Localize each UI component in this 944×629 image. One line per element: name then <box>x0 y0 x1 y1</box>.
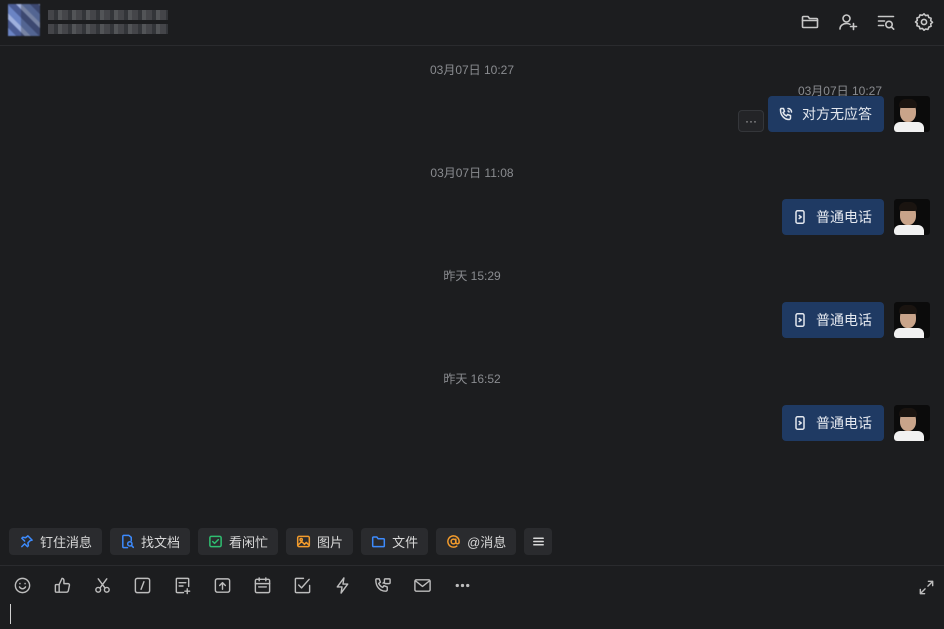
note-add-icon[interactable] <box>172 575 192 595</box>
phone-icon <box>795 313 805 327</box>
chip-files[interactable]: 文件 <box>361 528 429 555</box>
thumbs-up-icon[interactable] <box>52 575 72 595</box>
chip-pin-message[interactable]: 钉住消息 <box>9 528 103 555</box>
more-icon[interactable] <box>452 575 472 595</box>
phone-icon <box>795 416 805 430</box>
chip-label: 钉住消息 <box>40 535 93 550</box>
calendar-check-icon <box>209 535 222 548</box>
call-status-text: 普通电话 <box>816 209 872 225</box>
message-timestamp: 昨天 16:52 <box>443 372 501 386</box>
chip-menu[interactable] <box>524 528 553 555</box>
command-icon[interactable] <box>132 575 152 595</box>
message-more-button[interactable]: ··· <box>738 110 764 132</box>
sender-avatar[interactable] <box>894 405 930 441</box>
at-icon <box>447 535 460 548</box>
calendar-icon[interactable] <box>252 575 272 595</box>
task-check-icon[interactable] <box>292 575 312 595</box>
menu-icon <box>532 537 544 546</box>
composer-toolbar <box>12 575 472 595</box>
folder-icon <box>372 536 386 548</box>
search-history-icon[interactable] <box>874 10 898 34</box>
doc-search-icon <box>122 534 135 549</box>
scissors-icon[interactable] <box>92 575 112 595</box>
chat-header <box>0 0 944 46</box>
chat-title-redacted <box>48 6 168 38</box>
composer-divider <box>0 565 944 566</box>
chip-label: 图片 <box>317 535 344 550</box>
expand-icon[interactable] <box>916 577 936 597</box>
chip-label: 看闲忙 <box>229 535 269 550</box>
sender-avatar[interactable] <box>894 96 930 132</box>
call-status-text: 普通电话 <box>816 415 872 431</box>
message-row: 普通电话 <box>782 199 930 235</box>
message-timestamp: 03月07日 10:27 <box>429 63 515 77</box>
phone-icon <box>795 210 805 224</box>
chip-images[interactable]: 图片 <box>286 528 354 555</box>
mail-icon[interactable] <box>412 575 432 595</box>
chip-mentions[interactable]: @消息 <box>436 528 517 555</box>
header-actions <box>798 10 936 34</box>
folder-icon[interactable] <box>798 10 822 34</box>
call-bubble[interactable]: 普通电话 <box>782 405 884 441</box>
chat-avatar[interactable] <box>8 4 40 36</box>
call-bubble[interactable]: 普通电话 <box>782 199 884 235</box>
quick-actions: 钉住消息 找文档 看闲忙 图片 文件 @消息 <box>9 528 553 555</box>
message-input[interactable] <box>0 600 944 629</box>
emoji-icon[interactable] <box>12 575 32 595</box>
pin-icon <box>21 535 33 548</box>
chip-find-doc[interactable]: 找文档 <box>110 528 191 555</box>
image-icon <box>296 535 311 548</box>
message-timestamp: 昨天 15:29 <box>443 269 501 283</box>
upload-icon[interactable] <box>212 575 232 595</box>
phone-call-icon <box>779 107 793 121</box>
sender-avatar[interactable] <box>894 302 930 338</box>
call-status-text: 对方无应答 <box>802 106 872 122</box>
message-timestamp: 03月07日 11:08 <box>430 166 514 180</box>
phone-call-icon[interactable] <box>372 575 392 595</box>
call-status-text: 普通电话 <box>816 312 872 328</box>
call-bubble[interactable]: 普通电话 <box>782 302 884 338</box>
message-row: ··· 对方无应答 <box>738 96 930 132</box>
chip-label: 文件 <box>392 535 419 550</box>
sender-avatar[interactable] <box>894 199 930 235</box>
add-user-icon[interactable] <box>836 10 860 34</box>
message-row: 普通电话 <box>782 405 930 441</box>
call-bubble[interactable]: 对方无应答 <box>768 96 884 132</box>
chip-label: @消息 <box>467 535 507 550</box>
chip-label: 找文档 <box>141 535 181 550</box>
text-caret <box>10 604 11 624</box>
lightning-icon[interactable] <box>332 575 352 595</box>
message-row: 普通电话 <box>782 302 930 338</box>
chip-availability[interactable]: 看闲忙 <box>198 528 279 555</box>
gear-icon[interactable] <box>912 10 936 34</box>
